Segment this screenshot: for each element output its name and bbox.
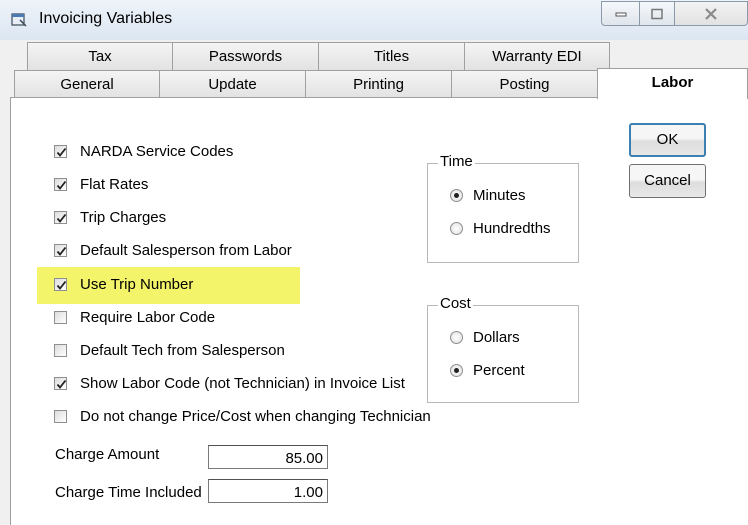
checkbox-box[interactable] [54,178,67,191]
checkbox-label: Show Labor Code (not Technician) in Invo… [80,375,405,392]
checkbox-box[interactable] [54,278,67,291]
charge-amount-input[interactable] [208,445,328,469]
title-bar[interactable]: Invoicing Variables [0,0,748,40]
tab-titles[interactable]: Titles [318,42,465,70]
tab-posting[interactable]: Posting [451,70,598,98]
checkbox-label: Default Tech from Salesperson [80,342,285,359]
checkbox-box[interactable] [54,211,67,224]
window-app-icon[interactable] [11,11,27,27]
minimize-button[interactable] [601,1,640,26]
maximize-button[interactable] [639,1,675,26]
checkbox-label: Require Labor Code [80,309,216,326]
cancel-button[interactable]: Cancel [629,164,706,198]
tab-update[interactable]: Update [159,70,306,98]
checkbox-label: Do not change Price/Cost when changing T… [80,408,431,425]
radio-label: Percent [473,362,525,379]
checkbox-box[interactable] [54,311,67,324]
checkbox-box[interactable] [54,377,67,390]
tab-general[interactable]: General [14,70,160,98]
checkmark-icon [56,280,67,290]
radio-button[interactable] [450,331,463,344]
checkbox-label: Use Trip Number [80,276,194,293]
checkbox-box[interactable] [54,344,67,357]
close-button[interactable] [674,1,748,26]
tab-warranty-edi[interactable]: Warranty EDI [464,42,610,70]
checkbox-box[interactable] [54,410,67,423]
charge-amount-label: Charge Amount [55,446,160,463]
checkbox-label: Flat Rates [80,176,149,193]
invoicing-variables-window: Invoicing Variables Tax Passwords Titles… [0,0,748,525]
checkmark-icon [56,213,67,223]
checkbox-box[interactable] [54,145,67,158]
window-title: Invoicing Variables [39,10,173,27]
radio-button[interactable] [450,364,463,377]
radio-button[interactable] [450,189,463,202]
minimize-icon [615,12,626,16]
checkmark-icon [56,379,67,389]
time-groupbox: Time Minutes Hundredths [427,153,579,263]
radio-label: Dollars [473,329,520,346]
maximize-icon [651,8,663,19]
charge-time-included-input[interactable] [208,479,328,503]
cost-group-title: Cost [438,295,473,313]
cost-groupbox: Cost Dollars Percent [427,295,579,403]
checkmark-icon [56,246,67,256]
checkmark-icon [56,147,67,157]
ok-button[interactable]: OK [629,123,706,157]
time-group-title: Time [438,153,475,171]
tab-printing[interactable]: Printing [305,70,452,98]
radio-label: Hundredths [473,220,551,237]
checkbox-box[interactable] [54,244,67,257]
checkbox-label: NARDA Service Codes [80,143,234,160]
close-icon [705,7,717,20]
radio-label: Minutes [473,187,526,204]
radio-button[interactable] [450,222,463,235]
tab-tax[interactable]: Tax [27,42,173,70]
checkbox-label: Default Salesperson from Labor [80,242,292,259]
checkmark-icon [56,180,67,190]
tab-labor[interactable]: Labor [597,68,748,99]
checkbox-label: Trip Charges [80,209,167,226]
tab-passwords[interactable]: Passwords [172,42,319,70]
charge-time-included-label: Charge Time Included [55,484,202,501]
